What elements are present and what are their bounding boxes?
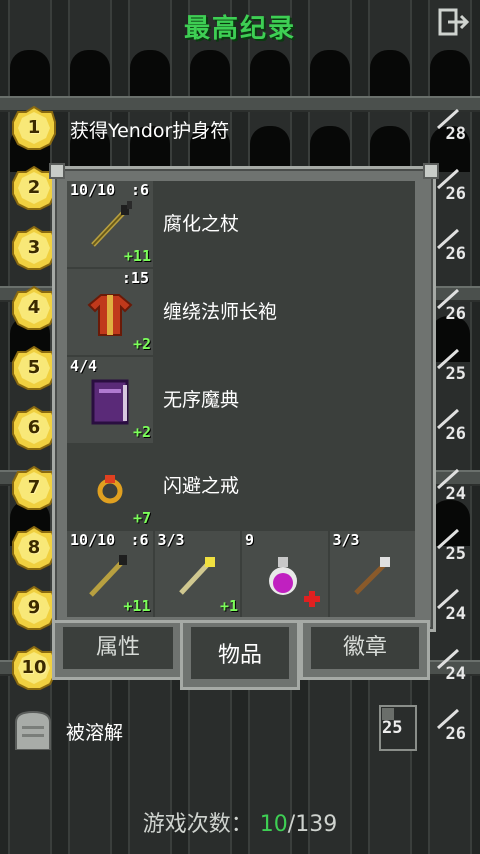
- item-charges: 4/4: [70, 357, 98, 375]
- staff-icon: [91, 201, 132, 247]
- games-played-count: 10: [259, 812, 288, 837]
- quickslot-bonus: +1: [219, 597, 238, 615]
- item-bonus: +2: [132, 423, 151, 441]
- tab-label: 属性: [95, 635, 140, 660]
- arch-row: [0, 36, 480, 96]
- item-row-staff[interactable]: 10/10 :6 +11 腐化之杖: [67, 181, 415, 267]
- quickslot-bonus: +11: [123, 597, 151, 615]
- rank-number: 1: [27, 117, 41, 138]
- item-stat: :15: [121, 269, 149, 287]
- level-value: 26: [445, 304, 466, 324]
- potion-icon: [269, 557, 297, 595]
- item-bonus: +7: [132, 509, 151, 527]
- level-value: 24: [445, 484, 466, 504]
- quickslot-charges: 10/10: [70, 531, 116, 549]
- quickslot-charges: 9: [245, 531, 255, 549]
- rank-badge[interactable]: 3: [12, 226, 56, 270]
- level-value: 26: [445, 244, 466, 264]
- rank-number: 10: [21, 657, 47, 678]
- item-row-spellbook[interactable]: 4/4 +2 无序魔典: [67, 357, 415, 443]
- level-value: 26: [445, 184, 466, 204]
- depth-value: 25: [382, 718, 403, 738]
- quickslot-charges: 3/3: [157, 531, 185, 549]
- rank-number: 3: [27, 237, 41, 258]
- page-title: 最高纪录: [183, 14, 296, 44]
- item-slot[interactable]: :15 +2: [67, 269, 153, 355]
- item-bonus: +2: [132, 335, 151, 353]
- level-value: 24: [445, 664, 466, 684]
- rank-badge[interactable]: 4: [12, 286, 56, 330]
- rank-badge[interactable]: 10: [12, 646, 56, 690]
- rank-badge[interactable]: 6: [12, 406, 56, 450]
- rank-badge[interactable]: 9: [12, 586, 56, 630]
- quickslot-charges: 3/3: [332, 531, 360, 549]
- quickslot-stat: :6: [130, 531, 149, 549]
- quickslot[interactable]: 3/3: [329, 531, 415, 617]
- rank-badge[interactable]: 5: [12, 346, 56, 390]
- rank-number: 7: [27, 477, 41, 498]
- item-stat: :6: [130, 181, 149, 199]
- hero-level: 26: [420, 708, 466, 744]
- item-detail-panel: 10/10 :6 +11 腐化之杖 :15 +2 缠绕法师长袍 4/4 +2 无…: [49, 163, 439, 632]
- item-bonus: +11: [123, 247, 151, 265]
- hero-level: 28: [420, 108, 466, 144]
- games-played: 游戏次数： 10/139: [0, 806, 480, 838]
- level-value: 26: [445, 424, 466, 444]
- death-cause: 被溶解: [66, 722, 124, 744]
- quickslot-bar: 10/10 :6 +11 3/3 +1 9 3/3: [67, 531, 415, 617]
- item-slot[interactable]: +7: [67, 443, 153, 529]
- rank-badge[interactable]: 8: [12, 526, 56, 570]
- level-value: 24: [445, 604, 466, 624]
- item-name: 无序魔典: [163, 389, 240, 411]
- rank-badge[interactable]: 7: [12, 466, 56, 510]
- item-slot[interactable]: 10/10 :6 +11: [67, 181, 153, 267]
- wall-ledge: [0, 96, 480, 112]
- robe-icon: [87, 294, 133, 336]
- spellbook-icon: [91, 379, 129, 425]
- level-value: 25: [445, 364, 466, 384]
- tab-items[interactable]: 物品: [180, 620, 300, 690]
- games-played-label: 游戏次数：: [142, 812, 253, 837]
- quickslot[interactable]: 9: [242, 531, 328, 617]
- level-value: 28: [445, 124, 466, 144]
- quickslot[interactable]: 3/3 +1: [154, 531, 240, 617]
- tab-stats[interactable]: 属性: [52, 620, 184, 680]
- rank-description: 获得Yendor护身符: [70, 120, 230, 142]
- item-slot[interactable]: 4/4 +2: [67, 357, 153, 443]
- item-row-robe[interactable]: :15 +2 缠绕法师长袍: [67, 269, 415, 355]
- level-value: 25: [445, 544, 466, 564]
- tab-label: 徽章: [342, 635, 387, 660]
- rank-number: 4: [27, 297, 41, 318]
- staff-icon: [89, 555, 127, 597]
- item-charges: 10/10: [70, 181, 116, 199]
- item-name: 闪避之戒: [163, 475, 240, 497]
- exit-door-icon[interactable]: [438, 8, 470, 36]
- rank-number: 8: [27, 537, 41, 558]
- rank-number: 5: [27, 357, 41, 378]
- heal-plus-icon: [304, 591, 320, 607]
- item-name: 缠绕法师长袍: [163, 301, 278, 323]
- rank-number: 6: [27, 417, 41, 438]
- tab-label: 物品: [217, 643, 262, 668]
- item-row-ring[interactable]: +7 闪避之戒: [67, 443, 415, 529]
- item-name: 腐化之杖: [163, 213, 240, 235]
- tab-badges[interactable]: 徽章: [300, 620, 430, 680]
- quickslot[interactable]: 10/10 :6 +11: [67, 531, 153, 617]
- games-played-total: /139: [287, 812, 338, 837]
- level-value: 26: [445, 724, 466, 744]
- rank-badge[interactable]: 1: [12, 106, 56, 150]
- wand-icon: [178, 557, 215, 595]
- wand-icon: [353, 557, 390, 595]
- rank-number: 9: [27, 597, 41, 618]
- tombstone-icon: [15, 710, 51, 750]
- ring-icon: [97, 475, 123, 504]
